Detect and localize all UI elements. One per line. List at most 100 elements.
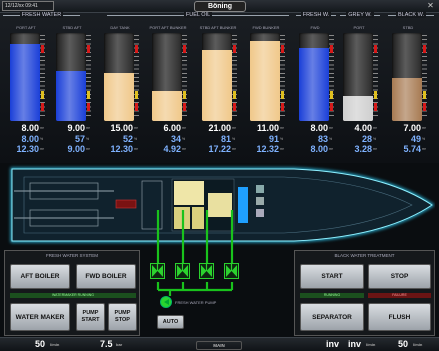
tank-percent-unit: % [329,137,333,141]
tank-volume: 11.00 [256,123,279,133]
separator-button[interactable]: SEPARATOR [300,303,364,331]
tank-percent: 34 [170,134,181,144]
tank-group-header: FUEL OIL [107,12,289,25]
high-alarm-marker [87,45,90,53]
low-alarm-marker [281,103,284,111]
tank-gauge[interactable]: PORT AFT BUNKER 6.00 m³ 34 % 4.92 m³ [149,25,187,160]
tank-fill [343,96,373,121]
tank-gauge[interactable]: FWD BUNKER 11.00 m³ 91 % 12.32 m³ [247,25,285,160]
tank-volume-unit: m³ [280,126,285,130]
left-flow-value: 50 [35,339,46,349]
running-indicator: RUNNING [300,293,364,298]
tank-fill [56,70,86,121]
tank-percent-unit: % [86,137,90,141]
tank-group-header: GREY W. [340,12,380,25]
tank-percent: 52 [122,134,133,144]
tank-percent-unit: % [40,137,44,141]
high-alarm-marker [330,45,333,53]
tank-volume: 4.00 [354,123,372,133]
valve-icon[interactable] [175,263,190,279]
brand-logo: Böning [194,1,246,12]
water-maker-button[interactable]: WATER MAKER [10,303,70,331]
low-warning-marker [135,91,138,99]
high-alarm-marker [183,45,186,53]
bottom-bar: 50 l/min 7.5 bar MAIN inv inv l/min 50 l… [0,337,439,351]
tank-label: STBD AFT [62,25,82,30]
close-icon[interactable]: ✕ [425,1,436,11]
tank-capacity-unit: m³ [232,147,237,151]
tank-group-header: FRESH W. [296,12,336,25]
stop-button[interactable]: STOP [368,264,431,289]
pump-start-button[interactable]: PUMP START [76,303,105,331]
right-value-3: 50 [398,339,409,349]
fresh-water-system-title: FRESH WATER SYSTEM [45,253,98,258]
tank-capacity-unit: m³ [280,147,285,151]
right-value-1: inv [326,339,340,349]
low-alarm-marker [135,103,138,111]
low-warning-marker [423,91,426,99]
tank-capacity-unit: m³ [329,147,334,151]
pump-stop-button[interactable]: PUMP STOP [108,303,137,331]
tank-volume: 7.00 [403,123,421,133]
valve-icon[interactable] [224,263,239,279]
tank-volume: 9.00 [67,123,85,133]
right-unit-3: l/min [413,342,423,347]
tank-capacity: 3.28 [354,144,372,154]
tank-volume-unit: m³ [232,126,237,130]
tank-percent-unit: % [134,137,138,141]
auto-button[interactable]: AUTO [157,315,184,329]
tank-volume: 21.00 [208,123,231,133]
tank-gauge[interactable]: DAY TANK 15.00 m³ 52 % 12.30 m³ [101,25,139,160]
high-alarm-marker [41,45,44,53]
aft-boiler-button[interactable]: AFT BOILER [10,264,70,289]
tank-group-label: GREY W. [346,12,374,18]
tank-gauge[interactable]: STBD AFT 9.00 m³ 57 % 9.00 m³ [53,25,91,160]
tank-percent-unit: % [422,137,426,141]
low-alarm-marker [87,103,90,111]
tank-fill [202,49,232,121]
tank-group-label: FRESH W. [300,12,332,18]
tank-gauge[interactable]: PORT 4.00 m³ 28 % 3.28 m³ [340,25,378,160]
main-tab[interactable]: MAIN [196,341,242,350]
tank-fill [250,40,280,121]
tank-percent: 8.00 [21,134,39,144]
tank-fill [104,72,134,121]
low-warning-marker [330,91,333,99]
tank-percent-unit: % [182,137,186,141]
tank-volume-unit: m³ [134,126,139,130]
tank-capacity: 9.00 [67,144,85,154]
low-alarm-marker [233,103,236,111]
valve-icon[interactable] [199,263,214,279]
low-alarm-marker [41,103,44,111]
start-button[interactable]: START [300,264,364,289]
pump-label: FRESH WATER PUMP [175,300,217,305]
black-water-title: BLACK WATER TREATMENT [334,253,395,258]
tank-label: FWD BUNKER [252,25,280,30]
pressure-unit: bar [116,342,123,347]
tank-gauge[interactable]: FWD 8.00 m³ 83 % 8.00 m³ [296,25,334,160]
tank-tube [392,33,422,121]
low-warning-marker [183,91,186,99]
tank-capacity-unit: m³ [134,147,139,151]
tank-percent: 49 [410,134,421,144]
low-alarm-marker [374,103,377,111]
low-warning-marker [41,91,44,99]
tank-fill [10,43,40,121]
watermaker-status: WATERMAKER RUNNING [10,293,136,298]
tank-label: PORT [353,25,365,30]
tank-group-label: FUEL OIL [183,12,213,18]
valve-icon[interactable] [150,263,165,279]
tank-percent-unit: % [280,137,284,141]
tank-gauge[interactable]: STBD 7.00 m³ 49 % 5.74 m³ [389,25,427,160]
tank-fill [392,77,422,121]
flush-button[interactable]: FLUSH [368,303,431,331]
tank-volume-unit: m³ [182,126,187,130]
tank-group-header: FRESH WATER [3,12,80,25]
low-warning-marker [374,91,377,99]
fwd-boiler-button[interactable]: FWD BOILER [76,264,136,289]
tank-fill [152,91,182,121]
tank-gauge[interactable]: STBD AFT BUNKER 21.00 m³ 81 % 17.22 m³ [199,25,237,160]
tank-gauge[interactable]: PORT AFT 8.00 m³ 8.00 % 12.30 m³ [7,25,45,160]
low-alarm-marker [330,103,333,111]
high-alarm-marker [281,45,284,53]
